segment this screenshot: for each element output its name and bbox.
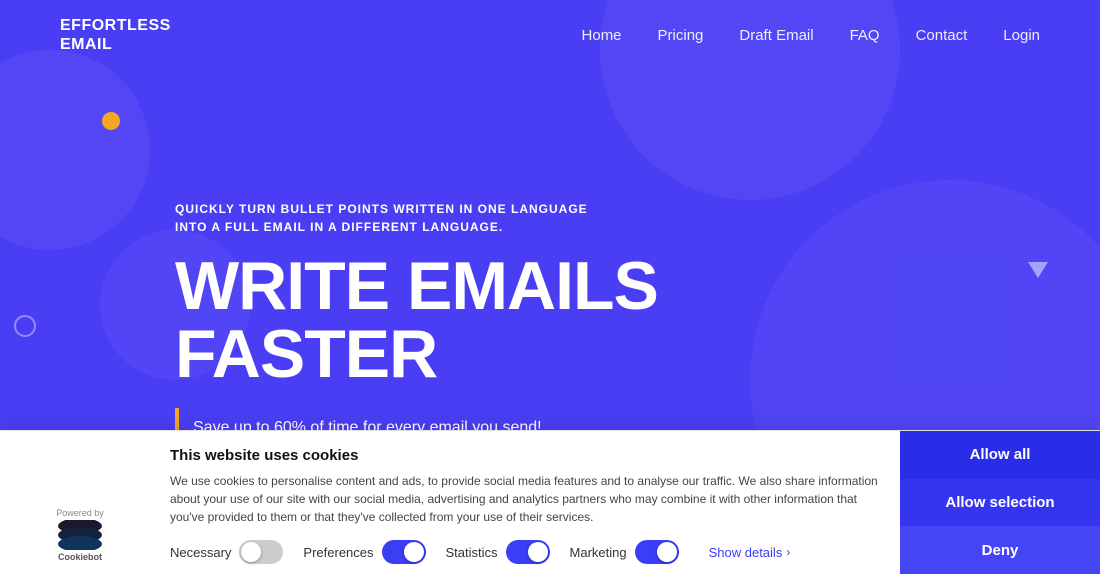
toggle-preferences[interactable]	[382, 540, 426, 564]
nav-pricing[interactable]: Pricing	[658, 27, 704, 44]
show-details-chevron-icon: ›	[786, 545, 790, 559]
cookie-toggles: Necessary Preferences Statistics	[170, 540, 880, 564]
navbar: EFFORTLESS EMAIL Home Pricing Draft Emai…	[0, 0, 1100, 70]
nav-contact[interactable]: Contact	[916, 27, 968, 44]
toggle-label-necessary: Necessary	[170, 545, 231, 560]
toggle-group-necessary: Necessary	[170, 540, 283, 564]
cookie-body-text: We use cookies to personalise content an…	[170, 472, 880, 526]
nav-login[interactable]: Login	[1003, 27, 1040, 44]
toggle-knob-necessary	[241, 542, 261, 562]
toggle-knob-statistics	[528, 542, 548, 562]
powered-by-text: Powered by	[56, 508, 104, 518]
orange-dot-decoration	[102, 112, 120, 130]
show-details-link[interactable]: Show details ›	[709, 545, 791, 560]
cookie-action-buttons: Allow all Allow selection Deny	[900, 431, 1100, 574]
toggle-marketing[interactable]	[635, 540, 679, 564]
toggle-label-preferences: Preferences	[303, 545, 373, 560]
hero-title-line2: FASTER	[175, 320, 658, 388]
toggle-group-preferences: Preferences	[303, 540, 425, 564]
toggle-label-statistics: Statistics	[446, 545, 498, 560]
logo-line1: EFFORTLESS	[60, 16, 171, 35]
cookiebot-logo: Powered by Cookiebot	[55, 508, 105, 562]
cookie-branding: Powered by Cookiebot	[0, 431, 160, 574]
nav-links: Home Pricing Draft Email FAQ Contact Log…	[582, 27, 1040, 44]
hero-subtitle: QUICKLY TURN BULLET POINTS WRITTEN IN ON…	[175, 200, 595, 236]
logo[interactable]: EFFORTLESS EMAIL	[60, 16, 171, 54]
cookie-banner: Powered by Cookiebot This website uses c…	[0, 430, 1100, 574]
toggle-group-marketing: Marketing	[570, 540, 679, 564]
nav-home[interactable]: Home	[582, 27, 622, 44]
bg-decoration-3	[0, 50, 150, 250]
nav-draft-email[interactable]: Draft Email	[739, 27, 813, 44]
deny-button[interactable]: Deny	[900, 526, 1100, 574]
cookie-main-content: This website uses cookies We use cookies…	[160, 431, 900, 574]
triangle-decoration	[1028, 262, 1048, 278]
allow-all-button[interactable]: Allow all	[900, 431, 1100, 479]
allow-selection-button[interactable]: Allow selection	[900, 479, 1100, 527]
hero-title-line1: WRITE EMAILS	[175, 252, 658, 320]
toggle-necessary[interactable]	[239, 540, 283, 564]
hero-content: QUICKLY TURN BULLET POINTS WRITTEN IN ON…	[175, 200, 658, 448]
toggle-knob-marketing	[657, 542, 677, 562]
logo-line2: EMAIL	[60, 35, 171, 54]
toggle-statistics[interactable]	[506, 540, 550, 564]
cookie-title: This website uses cookies	[170, 447, 880, 464]
toggle-label-marketing: Marketing	[570, 545, 627, 560]
circle-decoration	[14, 315, 36, 337]
toggle-group-statistics: Statistics	[446, 540, 550, 564]
show-details-text: Show details	[709, 545, 783, 560]
toggle-knob-preferences	[404, 542, 424, 562]
bg-decoration-2	[750, 180, 1100, 430]
nav-faq[interactable]: FAQ	[850, 27, 880, 44]
cookiebot-brand-name: Cookiebot	[58, 552, 102, 562]
hero-title: WRITE EMAILS FASTER	[175, 252, 658, 388]
cookiebot-icon	[55, 520, 105, 550]
